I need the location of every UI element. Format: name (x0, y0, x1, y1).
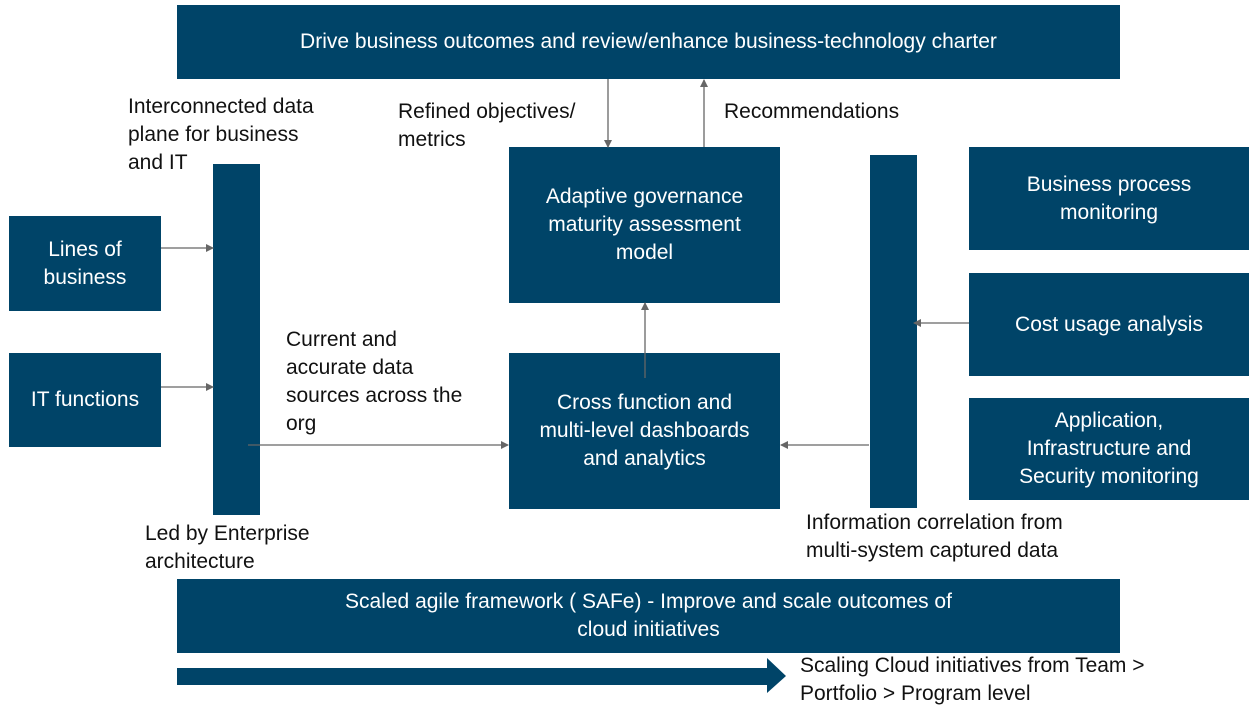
dashboards-box: Cross function and multi-level dashboard… (509, 353, 780, 509)
cost-usage-box: Cost usage analysis (969, 273, 1249, 376)
correlation-label: Information correlation from multi-syste… (806, 511, 1063, 562)
business-process-text: Business process monitoring (1026, 172, 1192, 224)
assessment-model-text: Adaptive governance maturity assessment … (545, 185, 744, 264)
it-functions-box: IT functions (9, 353, 161, 447)
data-sources-label: Current and accurate data sources across… (286, 328, 463, 435)
top-banner-text: Drive business outcomes and review/enhan… (300, 30, 997, 53)
recommendations-label: Recommendations (724, 100, 900, 123)
dashboards-text: Cross function and multi-level dashboard… (539, 391, 750, 470)
business-process-box: Business process monitoring (969, 147, 1249, 250)
lines-of-business-box: Lines of business (9, 216, 161, 311)
correlation-bar (870, 155, 917, 508)
lines-of-business-text: Lines of business (43, 237, 127, 289)
cost-usage-text: Cost usage analysis (1015, 312, 1203, 336)
scaling-arrow-icon (177, 658, 786, 693)
application-monitoring-text: Application, Infrastructure and Security… (1019, 409, 1199, 488)
application-monitoring-box: Application, Infrastructure and Security… (969, 398, 1249, 500)
it-functions-text: IT functions (30, 388, 140, 411)
assessment-model-box: Adaptive governance maturity assessment … (509, 147, 780, 303)
data-plane-bar (213, 164, 260, 515)
scaling-label: Scaling Cloud initiatives from Team > Po… (800, 654, 1145, 705)
safe-banner-box: Scaled agile framework ( SAFe) - Improve… (177, 579, 1120, 653)
refined-objectives-label: Refined objectives/ metrics (398, 100, 576, 151)
top-banner-box: Drive business outcomes and review/enhan… (177, 5, 1120, 79)
safe-banner-text: Scaled agile framework ( SAFe) - Improve… (345, 590, 952, 641)
led-by-label: Led by Enterprise architecture (145, 522, 310, 573)
